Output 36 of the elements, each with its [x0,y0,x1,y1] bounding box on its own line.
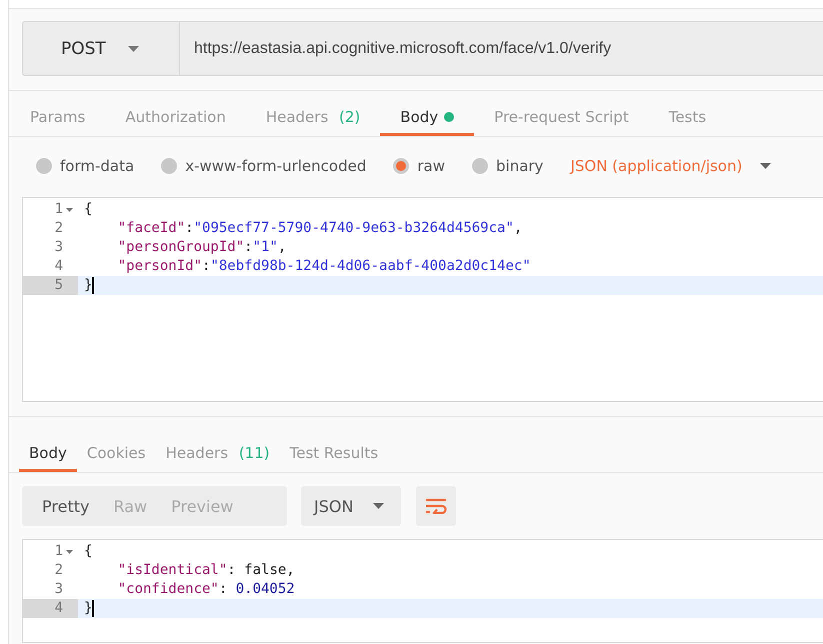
code-line: "confidence": 0.04052 [116,580,295,599]
radio-button[interactable] [161,158,178,174]
radio-button[interactable] [36,158,52,174]
line-number: 4 [54,257,63,276]
line-number: 1 [54,200,63,219]
line-number: 2 [54,219,63,238]
code-editor[interactable]: 1 { 2 "isIdentical": false, 3 "confidence": 0.04052 4 } [22,539,823,643]
code-line: { [83,200,92,219]
radio-label[interactable]: raw [417,157,445,175]
format-dropdown[interactable]: JSON [301,486,401,526]
caret-icon [760,163,772,169]
line-number: 1 [54,542,63,561]
wrap-icon [425,498,447,514]
radio-label[interactable]: x-www-form-urlencoded [185,157,366,175]
radio-button[interactable] [472,158,488,174]
wrap-lines-button[interactable] [416,486,456,526]
radio-label[interactable]: form-data [60,157,134,175]
tab[interactable]: Body [19,436,77,472]
code-line: { [83,542,92,561]
code-line: } [83,276,94,295]
line-number: 2 [54,561,63,580]
radio-button[interactable] [393,158,410,174]
tab[interactable]: Body [380,101,474,136]
code-line: "faceId":"095ecf77-5790-4740-9e63-b3264d4569ca", [116,219,522,238]
code-editor[interactable]: 1 { 2 "faceId":"095ecf77-5790-4740-9e63-b3264d4569ca", 3 "personGroupId":"1", 4 "personId":"8ebfd98b-124d-4d06-aabf-400a2d0c14ec" 5 } [22,197,823,402]
code-line: "isIdentical": false, [116,561,295,580]
line-number: 5 [54,276,63,295]
code-line: } [83,599,94,618]
line-number: 3 [54,238,63,257]
line-number: 3 [54,580,63,599]
view-mode-button[interactable]: Pretty [30,486,102,526]
code-line: "personGroupId":"1", [116,238,286,257]
radio-label[interactable]: binary [496,157,544,175]
line-number: 4 [54,599,63,618]
code-line: "personId":"8ebfd98b-124d-4d06-aabf-400a2d0c14ec" [116,257,531,276]
caret-icon [373,503,384,509]
